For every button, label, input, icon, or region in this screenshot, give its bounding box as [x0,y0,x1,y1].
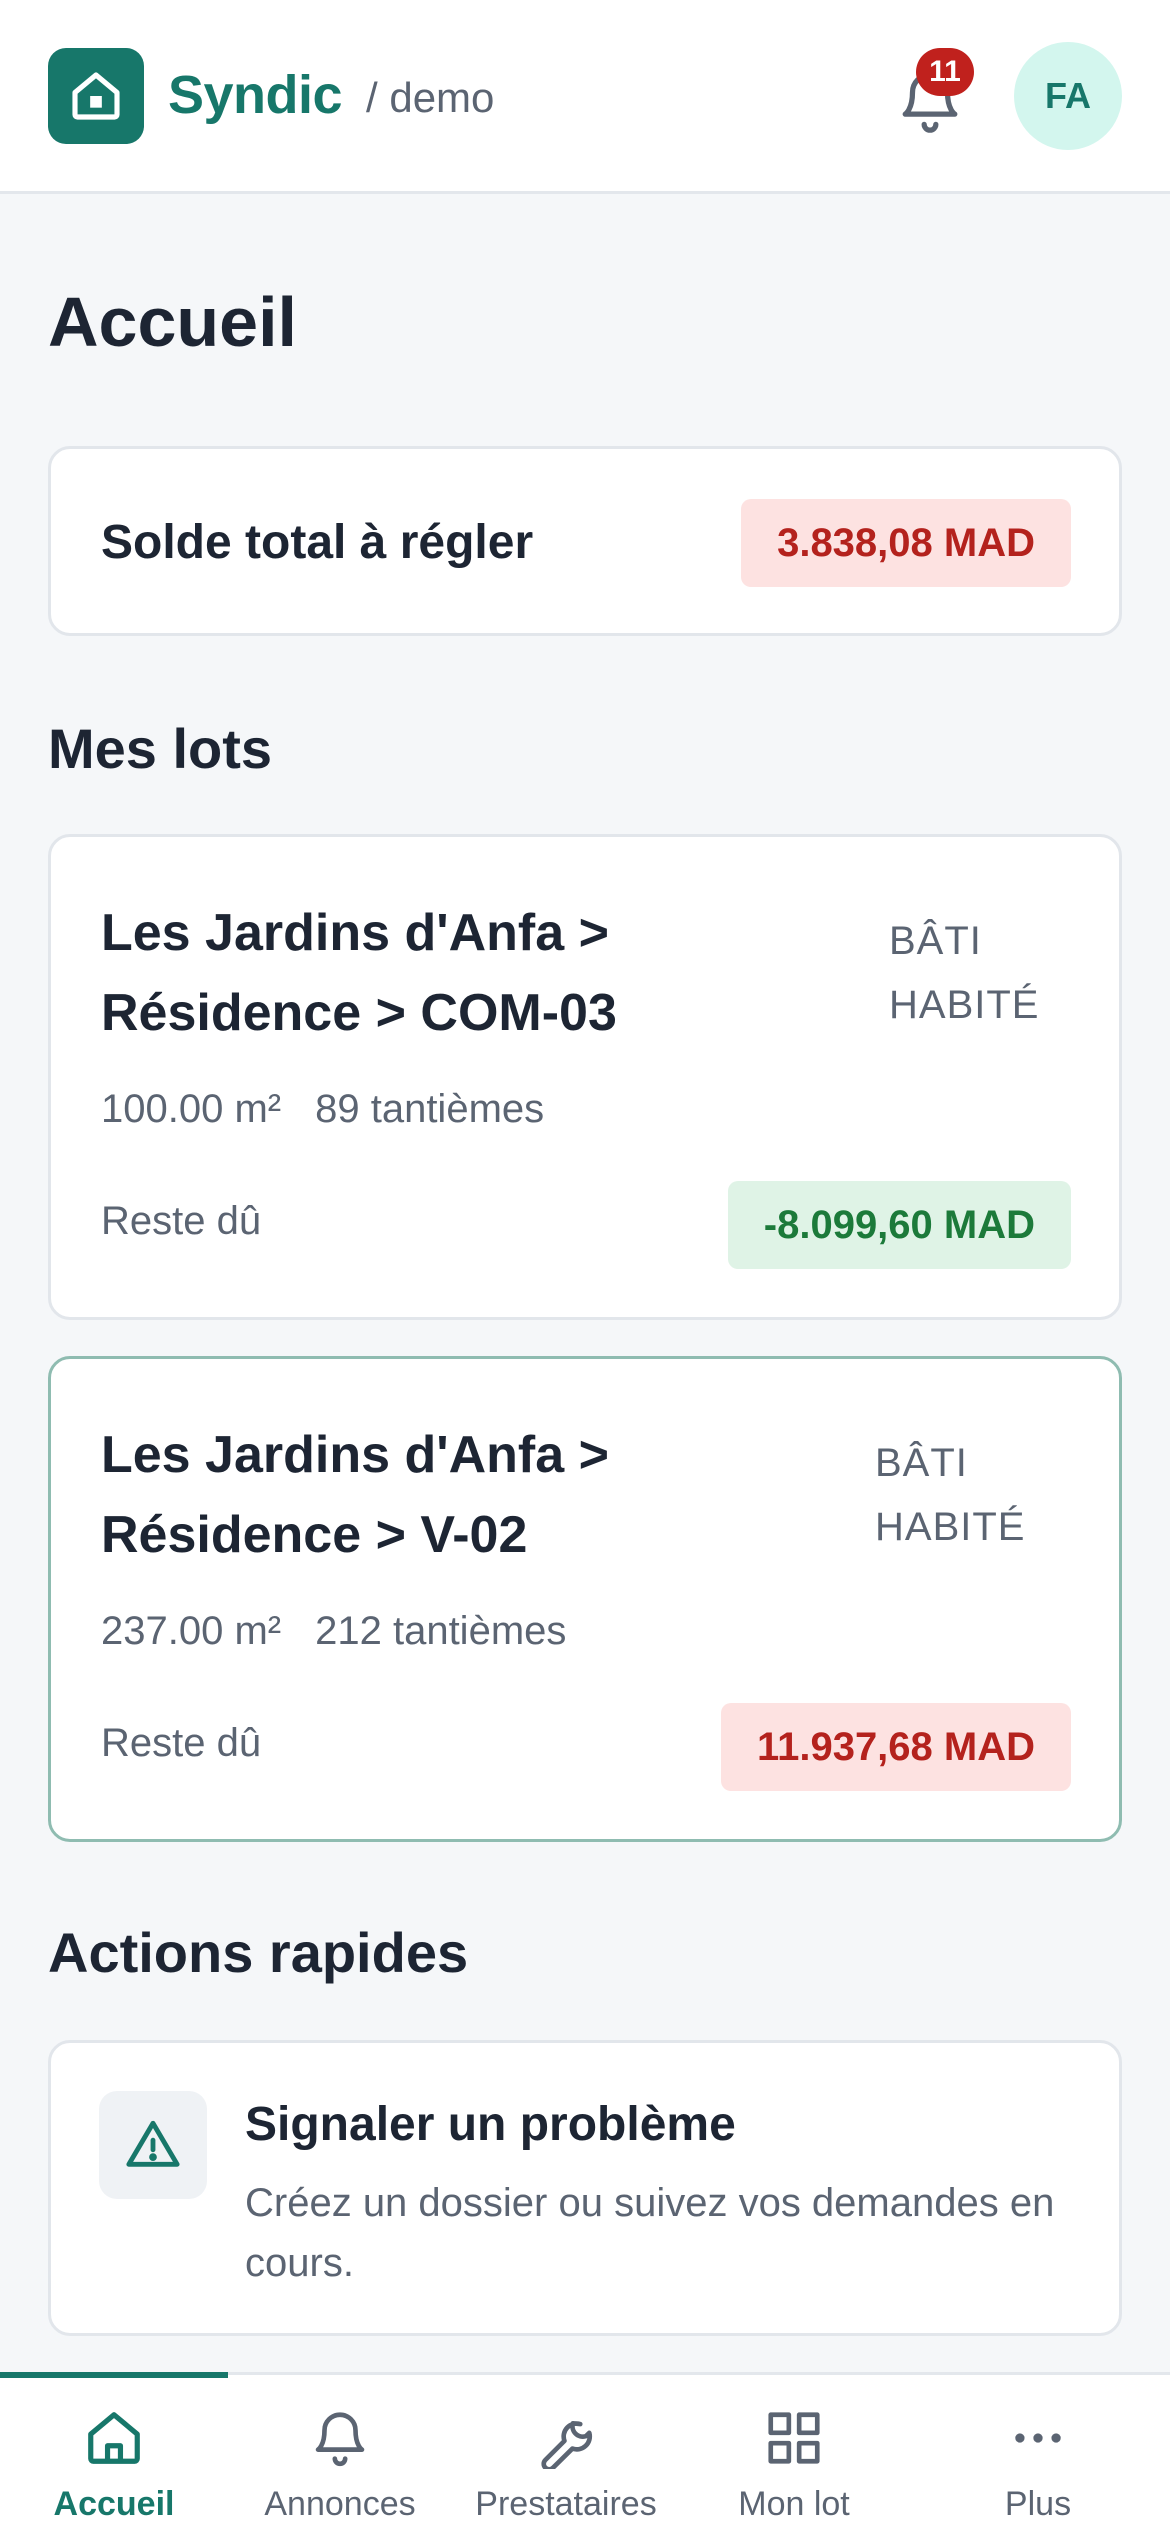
lot-title: Les Jardins d'Anfa > Résidence > COM-03 [101,904,617,1042]
nav-label: Mon lot [738,2485,850,2523]
nav-item-mon-lot[interactable]: Mon lot [680,2375,908,2532]
lot-tantiemes: 89 tantièmes [315,1087,545,1131]
lot-due-amount-badge: 11.937,68 MAD [721,1703,1071,1791]
report-problem-action[interactable]: Signaler un problème Créez un dossier ou… [48,2040,1122,2336]
lot-meta: 237.00 m² 212 tantièmes [101,1609,566,1654]
nav-item-prestataires[interactable]: Prestataires [452,2375,680,2532]
bottom-navigation: Accueil Annonces Prestataires Mon lot Pl… [0,2372,1170,2532]
app-logo[interactable] [48,48,144,144]
grid-icon [768,2412,820,2464]
nav-label: Prestataires [475,2485,657,2523]
nav-item-accueil[interactable]: Accueil [0,2375,228,2532]
brand-name[interactable]: Syndic [168,64,343,126]
nav-item-plus[interactable]: Plus [924,2375,1152,2532]
page-title: Accueil [48,283,297,361]
action-description: Créez un dossier ou suivez vos demandes … [245,2181,1055,2285]
action-title: Signaler un problème [245,2098,736,2151]
nav-label: Accueil [53,2485,175,2523]
lot-due-label: Reste dû [101,1199,262,1243]
home-icon [88,2412,140,2464]
warning-triangle-icon [126,2120,180,2167]
lots-section-title: Mes lots [48,717,273,780]
lot-card[interactable]: Les Jardins d'Anfa > Résidence > COM-03 … [48,834,1122,1320]
wrench-icon [541,2420,593,2469]
lot-tantiemes: 212 tantièmes [315,1609,567,1653]
balance-card: Solde total à régler 3.838,08 MAD [48,446,1122,636]
app-header: Syndic / demo 11 FA [0,0,1170,194]
quick-actions-title: Actions rapides [48,1921,469,1984]
more-icon [1015,2433,1061,2443]
lot-surface: 237.00 m² [101,1609,282,1653]
lot-due-label: Reste dû [101,1721,262,1765]
notification-count-badge: 11 [916,48,974,96]
bell-icon [315,2412,365,2467]
lot-status-line: BÂTI [875,1441,968,1485]
nav-label: Plus [1004,2485,1072,2523]
user-avatar[interactable]: FA [1014,42,1122,150]
nav-label: Annonces [264,2485,416,2523]
lot-status: BÂTI HABITÉ [875,1431,1025,1559]
lot-surface: 100.00 m² [101,1087,282,1131]
balance-amount-badge: 3.838,08 MAD [741,499,1071,587]
lot-status-line: HABITÉ [875,1505,1026,1549]
lot-status: BÂTI HABITÉ [889,909,1039,1037]
lot-title: Les Jardins d'Anfa > Résidence > V-02 [101,1426,609,1564]
nav-item-annonces[interactable]: Annonces [226,2375,454,2532]
lot-meta: 100.00 m² 89 tantièmes [101,1087,544,1132]
tenant-label: / demo [366,74,495,121]
lot-due-amount-badge: -8.099,60 MAD [727,1181,1071,1269]
action-icon-tile [99,2091,207,2199]
lot-card[interactable]: Les Jardins d'Anfa > Résidence > V-02 BÂ… [48,1356,1122,1842]
balance-label: Solde total à régler [101,516,534,569]
lot-status-line: BÂTI [889,919,982,963]
lot-status-line: HABITÉ [889,983,1040,1027]
home-icon [72,72,120,120]
